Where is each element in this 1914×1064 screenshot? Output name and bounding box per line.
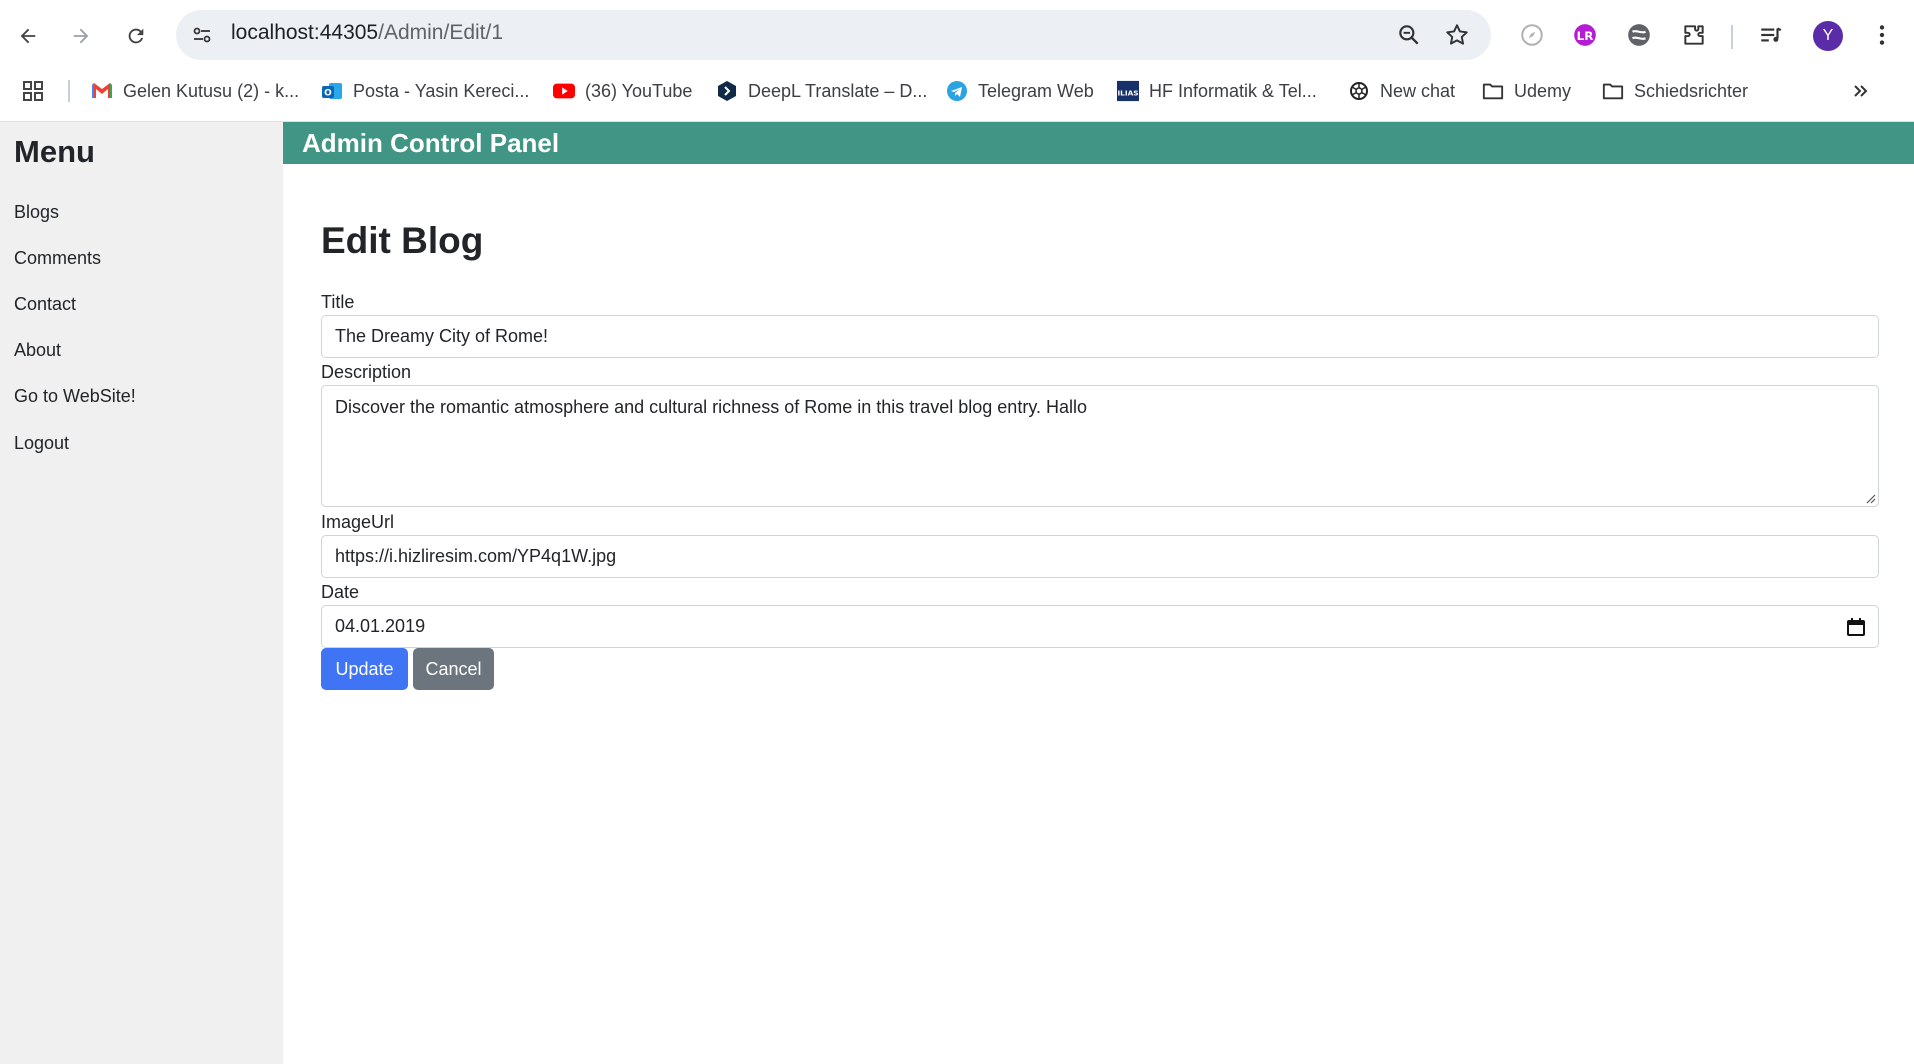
bookmark-label: Gelen Kutusu (2) - k... [123, 80, 300, 101]
vpn-extension-icon[interactable] [1625, 21, 1653, 49]
sidebar-item-blogs[interactable]: Blogs [14, 202, 59, 223]
arrow-left-icon [20, 28, 36, 44]
bookmark-youtube[interactable]: (36) YouTube [553, 76, 692, 106]
forward-button[interactable] [63, 18, 99, 54]
resize-grip-icon[interactable] [1866, 494, 1876, 504]
sidebar-item-about[interactable]: About [14, 340, 61, 361]
svg-text:LR: LR [1577, 29, 1594, 43]
address-bar[interactable]: localhost:44305/Admin/Edit/1 [176, 10, 1491, 60]
zoom-icon[interactable] [1396, 22, 1422, 48]
youtube-icon [553, 80, 575, 102]
bookmark-label: Telegram Web [978, 80, 1094, 101]
apps-button[interactable] [22, 76, 54, 106]
reload-button[interactable] [118, 18, 154, 54]
back-button[interactable] [10, 18, 46, 54]
bookmarks-divider [68, 80, 70, 102]
imageurl-input[interactable]: https://i.hizliresim.com/YP4q1W.jpg [321, 535, 1879, 578]
telegram-icon [946, 80, 968, 102]
bookmark-outlook[interactable]: O Posta - Yasin Kereci... [321, 76, 529, 106]
translate-extension-icon[interactable]: LR [1571, 21, 1599, 49]
bookmark-label: Udemy [1514, 80, 1572, 101]
deepl-icon [716, 80, 738, 102]
description-textarea[interactable]: Discover the romantic atmosphere and cul… [321, 385, 1879, 507]
title-label: Title [321, 292, 355, 312]
bookmark-folder-schiedsrichter[interactable]: Schiedsrichter [1602, 76, 1748, 106]
url-path: /Admin/Edit/1 [378, 21, 504, 44]
description-label: Description [321, 362, 412, 382]
calendar-icon[interactable] [1846, 617, 1866, 637]
bookmark-label: HF Informatik & Tel... [1149, 80, 1317, 101]
sidebar-item-comments[interactable]: Comments [14, 248, 101, 269]
compass-extension-icon[interactable] [1518, 21, 1546, 49]
bookmark-new-chat[interactable]: New chat [1348, 76, 1455, 106]
folder-icon [1482, 80, 1504, 102]
svg-text:ILIAS: ILIAS [1117, 89, 1138, 98]
bookmark-label: (36) YouTube [585, 80, 693, 101]
bookmark-deepl[interactable]: DeepL Translate – D... [716, 76, 927, 106]
sidebar: Menu Blogs Comments Contact About Go to … [0, 122, 283, 1064]
page-title: Edit Blog [321, 220, 484, 261]
sidebar-item-contact[interactable]: Contact [14, 294, 76, 315]
sidebar-item-website[interactable]: Go to WebSite! [14, 386, 136, 407]
title-input[interactable]: The Dreamy City of Rome! [321, 315, 1879, 358]
more-bookmarks-button[interactable] [1850, 76, 1882, 106]
chevron-double-right-icon [1850, 80, 1872, 102]
header-title: Admin Control Panel [302, 128, 560, 158]
sidebar-title: Menu [14, 134, 95, 169]
apps-grid-icon [22, 80, 44, 102]
bookmark-telegram[interactable]: Telegram Web [946, 76, 1094, 106]
media-controls-icon[interactable] [1757, 21, 1785, 49]
folder-icon [1602, 80, 1624, 102]
cancel-button[interactable]: Cancel [413, 648, 494, 690]
header-bar: Admin Control Panel [283, 122, 1914, 164]
browser-toolbar: localhost:44305/Admin/Edit/1 LR Y [0, 10, 1914, 62]
browser-chrome: localhost:44305/Admin/Edit/1 LR Y Gelen … [0, 0, 1914, 122]
site-settings-icon[interactable] [190, 23, 214, 47]
extensions-puzzle-icon[interactable] [1680, 21, 1708, 49]
date-input[interactable]: 04.01.2019 [321, 605, 1879, 648]
sidebar-item-logout[interactable]: Logout [14, 433, 69, 454]
gmail-icon [91, 80, 113, 102]
date-value: 04.01.2019 [335, 616, 426, 636]
bookmark-label: New chat [1380, 80, 1456, 101]
bookmark-label: DeepL Translate – D... [748, 80, 928, 101]
profile-avatar[interactable]: Y [1813, 21, 1843, 51]
arrow-right-icon [73, 28, 89, 44]
bookmark-gmail[interactable]: Gelen Kutusu (2) - k... [91, 76, 299, 106]
reload-icon [128, 28, 144, 44]
openai-icon [1348, 80, 1370, 102]
toolbar-divider [1731, 25, 1733, 49]
ilias-icon: ILIAS [1117, 80, 1139, 102]
page: Menu Blogs Comments Contact About Go to … [0, 122, 1914, 1064]
imageurl-label: ImageUrl [321, 512, 395, 532]
bookmark-label: Schiedsrichter [1634, 80, 1749, 101]
svg-text:O: O [324, 89, 332, 99]
bookmark-hf-informatik[interactable]: ILIAS HF Informatik & Tel... [1117, 76, 1317, 106]
update-button[interactable]: Update [321, 648, 408, 690]
date-label: Date [321, 582, 360, 602]
description-text: Discover the romantic atmosphere and cul… [335, 397, 1088, 417]
browser-menu-icon[interactable] [1868, 21, 1896, 49]
bookmark-star-icon[interactable] [1444, 22, 1470, 48]
bookmark-folder-udemy[interactable]: Udemy [1482, 76, 1571, 106]
url-host: localhost:44305 [231, 21, 379, 44]
bookmarks-bar: Gelen Kutusu (2) - k... O Posta - Yasin … [0, 74, 1914, 108]
outlook-icon: O [321, 80, 343, 102]
bookmark-label: Posta - Yasin Kereci... [353, 80, 530, 101]
url-text[interactable]: localhost:44305/Admin/Edit/1 [231, 21, 503, 45]
